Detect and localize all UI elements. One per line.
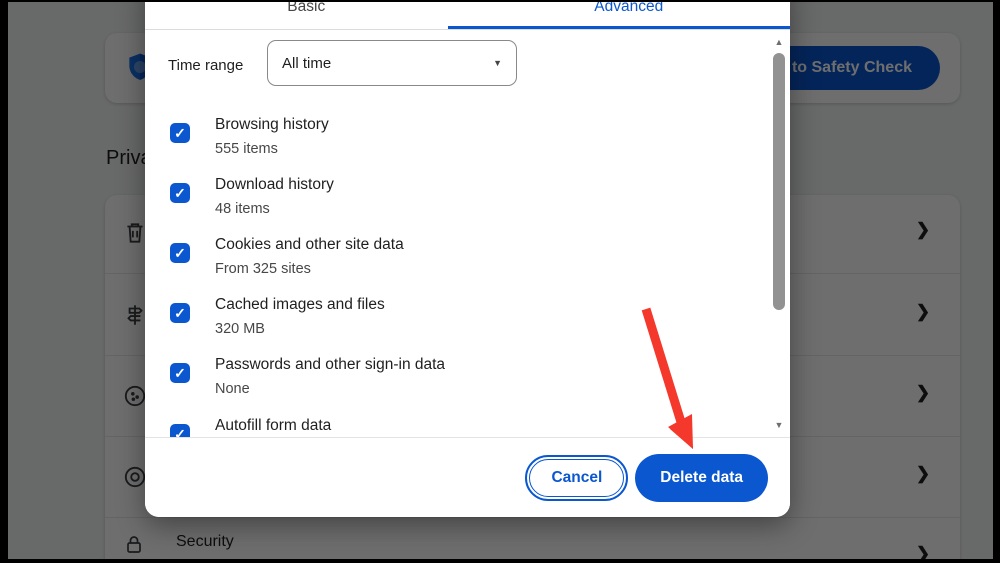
cancel-button[interactable]: Cancel: [525, 454, 629, 501]
scroll-up-icon[interactable]: ▲: [770, 37, 788, 47]
time-range-label: Time range: [168, 57, 244, 74]
checkmark-icon: ✓: [174, 185, 186, 201]
checkmark-icon: ✓: [174, 365, 186, 381]
item-label: Autofill form data: [215, 417, 332, 434]
checkbox-autofill[interactable]: ✓: [170, 424, 190, 437]
selected-tab-indicator: [448, 26, 790, 29]
checkmark-icon: ✓: [174, 245, 186, 261]
tab-basic[interactable]: Basic: [145, 0, 468, 29]
dialog-scroll-area: Time range All time ▼ ✓ Browsing history…: [145, 30, 790, 437]
dialog-scrollbar[interactable]: ▲ ▼: [770, 30, 788, 437]
delete-browsing-data-dialog: Basic Advanced Time range All time ▼ ✓ B…: [145, 0, 790, 517]
scrollbar-thumb[interactable]: [773, 53, 785, 310]
checkmark-icon: ✓: [174, 125, 186, 141]
item-label: Passwords and other sign-in data: [215, 356, 446, 373]
frame-border: [0, 0, 1000, 2]
frame-border: [0, 559, 1000, 563]
scroll-down-icon[interactable]: ▼: [770, 420, 788, 430]
item-label: Browsing history: [215, 116, 329, 133]
list-item-passwords: ✓ Passwords and other sign-in data None: [145, 354, 645, 410]
item-label: Cookies and other site data: [215, 236, 404, 253]
checkbox-cookies[interactable]: ✓: [170, 243, 190, 263]
list-item-cookies: ✓ Cookies and other site data From 325 s…: [145, 234, 645, 290]
checkmark-icon: ✓: [174, 305, 186, 321]
item-sublabel: 48 items: [215, 201, 270, 217]
item-sublabel: 555 items: [215, 141, 278, 157]
screenshot: Go to Safety Check Privacy and security …: [0, 0, 1000, 563]
item-label: Download history: [215, 176, 334, 193]
list-item-cached-images: ✓ Cached images and files 320 MB: [145, 294, 645, 350]
item-sublabel: 320 MB: [215, 321, 265, 337]
frame-border: [0, 0, 8, 563]
dropdown-caret-icon: ▼: [493, 58, 502, 68]
time-range-dropdown[interactable]: All time ▼: [267, 40, 517, 86]
checkbox-passwords[interactable]: ✓: [170, 363, 190, 383]
dialog-tabbar: Basic Advanced: [145, 0, 790, 30]
settings-page: Go to Safety Check Privacy and security …: [0, 0, 1000, 563]
list-item-autofill: ✓ Autofill form data: [145, 415, 645, 437]
dialog-footer: Cancel Delete data: [145, 437, 790, 517]
checkbox-cached-images[interactable]: ✓: [170, 303, 190, 323]
tab-advanced[interactable]: Advanced: [468, 0, 791, 29]
delete-data-button[interactable]: Delete data: [635, 453, 768, 502]
time-range-value: All time: [282, 54, 332, 72]
list-item-download-history: ✓ Download history 48 items: [145, 174, 645, 230]
checkbox-browsing-history[interactable]: ✓: [170, 123, 190, 143]
list-item-browsing-history: ✓ Browsing history 555 items: [145, 114, 645, 170]
item-label: Cached images and files: [215, 296, 385, 313]
checkbox-download-history[interactable]: ✓: [170, 183, 190, 203]
cancel-button-label: Cancel: [529, 458, 625, 497]
item-sublabel: None: [215, 381, 250, 397]
checkmark-icon: ✓: [174, 426, 186, 437]
frame-border: [993, 0, 1000, 563]
item-sublabel: From 325 sites: [215, 261, 311, 277]
